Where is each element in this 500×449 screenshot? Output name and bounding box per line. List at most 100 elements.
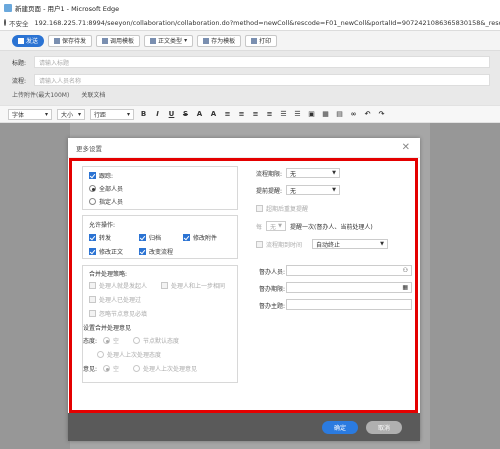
send-button[interactable]: 发送	[12, 34, 45, 47]
table-icon[interactable]: ▦	[321, 110, 330, 119]
document-icon	[150, 37, 157, 44]
print-button[interactable]: 打印	[245, 34, 278, 47]
specify-people-label: 指定人员	[99, 199, 124, 206]
underline-icon[interactable]: U	[167, 110, 176, 119]
grid-icon[interactable]: ▤	[335, 110, 344, 119]
merge-handled-checkbox[interactable]	[89, 296, 96, 303]
ordered-list-icon[interactable]: ☰	[279, 110, 288, 119]
window-title: 新建页面 - 用户1 - Microsoft Edge	[15, 4, 120, 13]
track-label: 跟踪:	[99, 173, 114, 180]
action-toolbar: 发送 保存待发 调用模板 正文类型 ▾ 存为模板 打印	[0, 31, 500, 51]
redo-icon[interactable]: ↷	[377, 110, 386, 119]
modify-attach-checkbox[interactable]	[183, 234, 190, 241]
size-select[interactable]: 大小 ▾	[57, 108, 85, 120]
save-template-icon	[203, 37, 210, 44]
every-label: 每	[256, 224, 263, 231]
subject-row: 标题: 请输入标题	[0, 54, 500, 70]
size-select-label: 大小	[61, 111, 74, 119]
overdue-repeat-checkbox[interactable]	[256, 205, 263, 212]
send-label: 发送	[26, 38, 39, 45]
auto-terminate-select[interactable]: 自动终止 ▼	[312, 239, 388, 249]
justify-icon[interactable]: ≡	[265, 110, 274, 119]
security-label: 不安全	[9, 19, 29, 28]
supervise-subject-input[interactable]	[286, 299, 412, 310]
merge-initiator-label: 处理人就是发起人	[99, 283, 148, 290]
archive-label: 归档	[149, 235, 162, 242]
save-template-button[interactable]: 存为模板	[197, 34, 242, 47]
align-center-icon[interactable]: ≡	[237, 110, 246, 119]
merge-same-step-checkbox[interactable]	[161, 282, 168, 289]
ok-button[interactable]: 确定	[322, 420, 358, 434]
cancel-button[interactable]: 取消	[366, 420, 402, 434]
attitude-empty-radio[interactable]	[103, 337, 111, 344]
font-color-icon[interactable]: A	[195, 110, 204, 119]
supervisor-input[interactable]: ⚇	[286, 265, 412, 276]
opinion-prev-label: 处理人上次处理意见	[143, 366, 198, 373]
remind-label: 提前提醒:	[256, 188, 283, 195]
allow-ops-label: 允许操作:	[89, 222, 116, 229]
calendar-icon: ▦	[402, 284, 408, 291]
chevron-down-icon: ▼	[332, 170, 336, 176]
align-right-icon[interactable]: ≡	[251, 110, 260, 119]
overdue-repeat-label: 超期后重复提醒	[266, 206, 309, 213]
user-icon: ⚇	[402, 267, 408, 274]
opinion-empty-radio[interactable]	[103, 365, 111, 372]
flow-timeout-label: 流程期到时间	[266, 242, 303, 249]
specify-people-radio[interactable]	[89, 198, 96, 205]
align-left-icon[interactable]: ≡	[223, 110, 232, 119]
line-spacing-select[interactable]: 行距 ▾	[90, 108, 134, 120]
supervise-deadline-input[interactable]: ▦	[286, 282, 412, 293]
body-type-button[interactable]: 正文类型 ▾	[144, 34, 194, 47]
related-doc-link[interactable]: 关联文档	[81, 90, 105, 99]
supervise-deadline-label: 督办期限:	[259, 286, 286, 293]
change-flow-checkbox[interactable]	[139, 248, 146, 255]
forward-checkbox[interactable]	[89, 234, 96, 241]
all-people-radio[interactable]	[89, 185, 96, 192]
ignore-required-label: 忽略节点意见必填	[99, 311, 148, 318]
bullet-list-icon[interactable]: ☰	[293, 110, 302, 119]
remind-value: 无	[290, 187, 297, 195]
upload-link[interactable]: 上传附件(最大100M)	[12, 90, 69, 99]
address-bar[interactable]: 不安全 192.168.225.71:8994/seeyon/collabora…	[0, 15, 500, 31]
body-type-label: 正文类型	[158, 38, 183, 45]
change-flow-label: 改变流程	[149, 249, 174, 256]
archive-checkbox[interactable]	[139, 234, 146, 241]
call-template-button[interactable]: 调用模板	[96, 34, 141, 47]
bold-icon[interactable]: B	[139, 110, 148, 119]
track-checkbox[interactable]	[89, 172, 96, 179]
url-text[interactable]: 192.168.225.71:8994/seeyon/collaboration…	[35, 19, 500, 27]
merge-title: 合并处理策略:	[89, 271, 128, 278]
remind-select[interactable]: 无 ▼	[286, 185, 340, 195]
merge-initiator-checkbox[interactable]	[89, 282, 96, 289]
link-icon[interactable]: ∞	[349, 110, 358, 119]
chevron-down-icon: ▾	[126, 110, 130, 118]
template-icon	[102, 37, 109, 44]
undo-icon[interactable]: ↶	[363, 110, 372, 119]
chevron-down-icon: ▼	[380, 241, 384, 247]
subject-input[interactable]: 请输入标题	[34, 56, 490, 68]
attitude-empty-label: 空	[113, 338, 120, 345]
subject-label: 标题:	[12, 59, 27, 67]
flow-input[interactable]: 请输入人员名称	[34, 74, 490, 86]
highlight-icon[interactable]: A	[209, 110, 218, 119]
font-select[interactable]: 字体 ▾	[8, 108, 52, 120]
image-icon[interactable]: ▣	[307, 110, 316, 119]
attitude-default-radio[interactable]	[133, 337, 141, 344]
flow-timeout-checkbox[interactable]	[256, 241, 263, 248]
ignore-required-checkbox[interactable]	[89, 310, 96, 317]
strikethrough-icon[interactable]: S	[181, 110, 190, 119]
save-draft-button[interactable]: 保存待发	[48, 34, 93, 47]
attitude-prev-radio[interactable]	[97, 351, 104, 358]
opinion-empty-label: 空	[113, 366, 120, 373]
italic-icon[interactable]: I	[153, 110, 162, 119]
flow-row: 流程: 请输入人员名称	[0, 72, 500, 88]
track-box: 跟踪: 全部人员 指定人员	[82, 166, 238, 210]
deadline-select[interactable]: 无 ▼	[286, 168, 340, 178]
opinion-prev-radio[interactable]	[133, 365, 141, 372]
line-spacing-label: 行距	[94, 111, 107, 119]
format-toolbar: 字体 ▾ 大小 ▾ 行距 ▾ B I U S A A ≡ ≡ ≡ ≡ ☰ ☰ ▣ ▦ …	[0, 105, 500, 123]
every-select[interactable]: 无 ▼	[266, 221, 286, 231]
flow-label: 流程:	[12, 77, 27, 85]
close-icon[interactable]: ✕	[402, 142, 410, 153]
modify-body-checkbox[interactable]	[89, 248, 96, 255]
